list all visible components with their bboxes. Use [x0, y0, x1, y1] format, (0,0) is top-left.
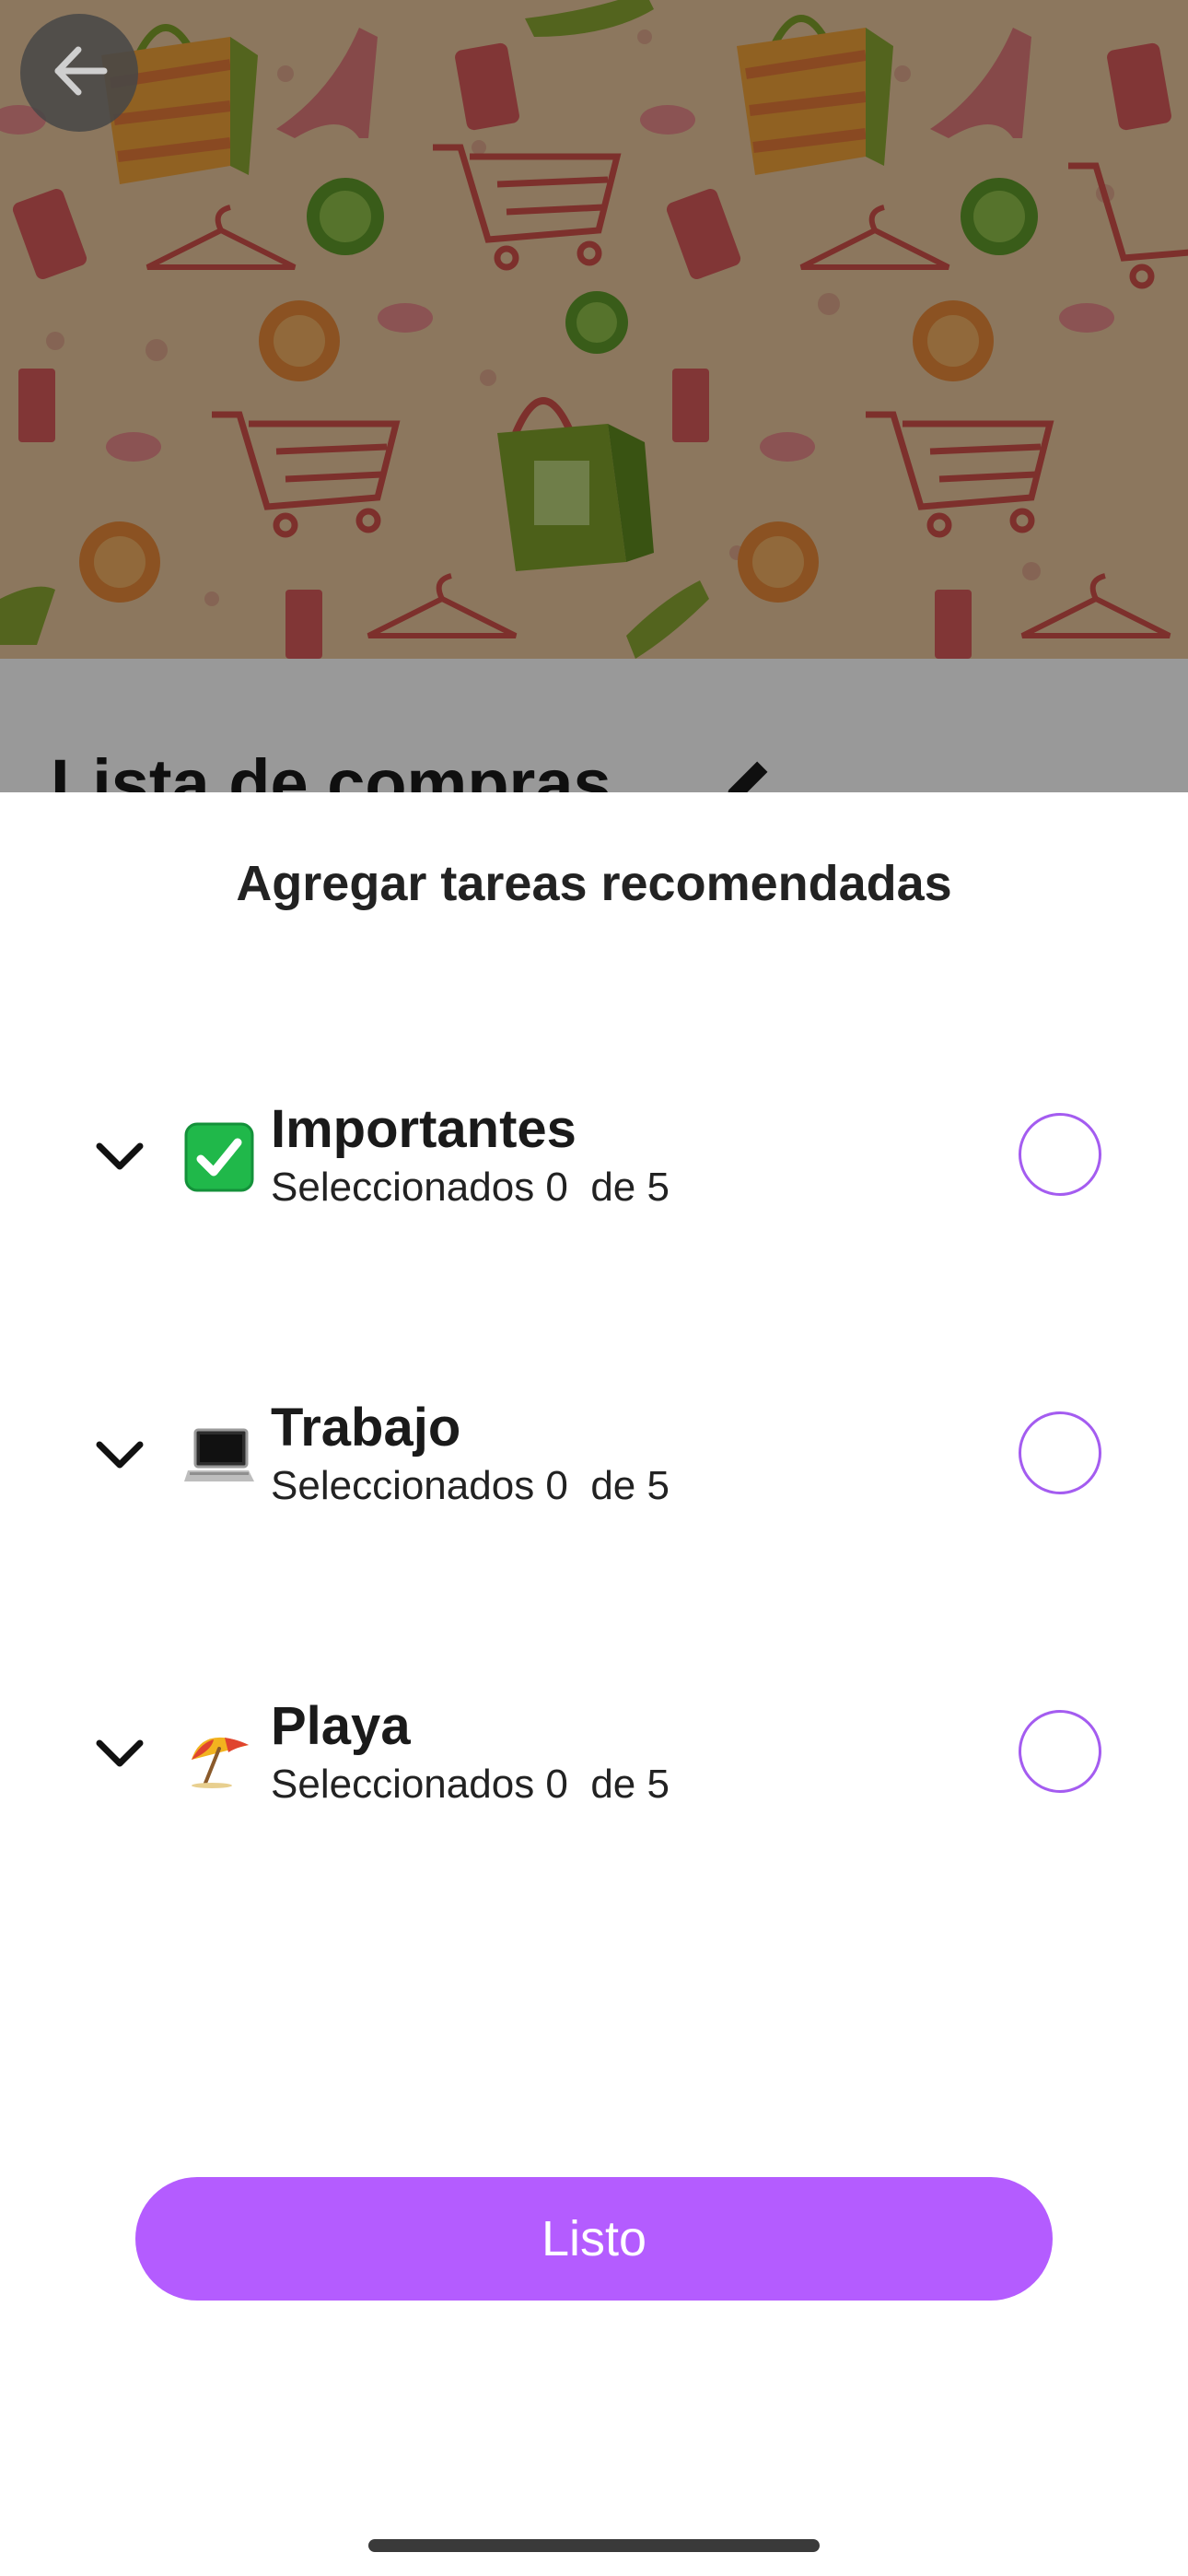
- category-selection-count: Seleccionados 0 de 5: [271, 1165, 670, 1210]
- sheet-title: Agregar tareas recomendadas: [236, 856, 952, 911]
- category-select-radio[interactable]: [1019, 1113, 1101, 1196]
- chevron-down-icon[interactable]: [92, 1730, 147, 1776]
- category-title: Importantes: [271, 1099, 577, 1159]
- category-select-radio[interactable]: [1019, 1710, 1101, 1793]
- category-selection-count: Seleccionados 0 de 5: [271, 1762, 670, 1807]
- category-title: Trabajo: [271, 1398, 461, 1458]
- arrow-left-icon: [47, 39, 111, 108]
- chevron-down-icon[interactable]: [92, 1133, 147, 1179]
- check-box-emoji-icon: [184, 1122, 254, 1192]
- category-select-radio[interactable]: [1019, 1411, 1101, 1494]
- laptop-emoji-icon: [184, 1421, 254, 1491]
- home-indicator[interactable]: [368, 2539, 820, 2552]
- back-button[interactable]: [20, 14, 138, 132]
- category-row-importantes[interactable]: Importantes Seleccionados 0 de 5: [0, 1087, 1188, 1225]
- beach-umbrella-emoji-icon: [184, 1719, 254, 1789]
- category-row-playa[interactable]: Playa Seleccionados 0 de 5: [0, 1684, 1188, 1822]
- category-title: Playa: [271, 1696, 411, 1756]
- category-row-trabajo[interactable]: Trabajo Seleccionados 0 de 5: [0, 1386, 1188, 1524]
- category-selection-count: Seleccionados 0 de 5: [271, 1463, 670, 1508]
- done-button[interactable]: Listo: [135, 2177, 1053, 2301]
- chevron-down-icon[interactable]: [92, 1432, 147, 1478]
